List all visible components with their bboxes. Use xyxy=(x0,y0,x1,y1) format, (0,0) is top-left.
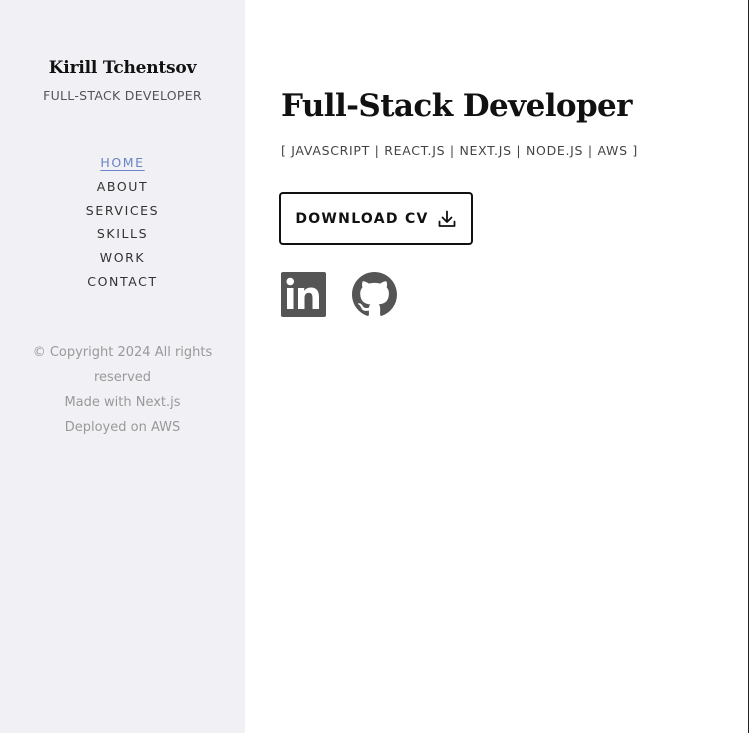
nav-item-contact[interactable]: CONTACT xyxy=(0,274,245,298)
nav-item-label: SERVICES xyxy=(85,202,160,218)
download-icon xyxy=(437,209,457,229)
tech-stack-text: [ JAVASCRIPT | REACT.JS | NEXT.JS | NODE… xyxy=(281,143,638,158)
site-owner-name[interactable]: Kirill Tchentsov xyxy=(0,58,245,78)
page-title: Full-Stack Developer xyxy=(281,88,632,124)
nav-item-label: CONTACT xyxy=(87,273,158,289)
nav-item-home[interactable]: HOME xyxy=(0,155,245,179)
main-content: Full-Stack Developer [ JAVASCRIPT | REAC… xyxy=(245,0,749,733)
nav-item-about[interactable]: ABOUT xyxy=(0,179,245,203)
nav-item-work[interactable]: WORK xyxy=(0,250,245,274)
made-with-text: Made with Next.js xyxy=(64,395,181,410)
download-cv-label: DOWNLOAD CV xyxy=(295,210,429,227)
social-links xyxy=(281,272,397,317)
nav-item-services[interactable]: SERVICES xyxy=(0,203,245,227)
nav-item-label: HOME xyxy=(100,155,145,170)
copyright-text: © Copyright 2024 All rights reserved xyxy=(32,345,213,385)
nav-item-label: WORK xyxy=(99,250,146,266)
nav-item-skills[interactable]: SKILLS xyxy=(0,226,245,250)
main-nav: HOME ABOUT SERVICES SKILLS WORK CONTACT xyxy=(0,155,245,298)
linkedin-icon[interactable] xyxy=(281,272,326,317)
nav-item-label: ABOUT xyxy=(96,178,149,194)
site-owner-role: FULL-STACK DEVELOPER xyxy=(43,88,202,103)
sidebar-footer: © Copyright 2024 All rights reserved Mad… xyxy=(20,340,225,440)
deployed-text: Deployed on AWS xyxy=(64,420,181,435)
download-cv-button[interactable]: DOWNLOAD CV xyxy=(279,192,473,245)
sidebar: Kirill Tchentsov FULL-STACK DEVELOPER HO… xyxy=(0,0,245,733)
nav-item-label: SKILLS xyxy=(96,226,149,242)
github-icon[interactable] xyxy=(352,272,397,317)
